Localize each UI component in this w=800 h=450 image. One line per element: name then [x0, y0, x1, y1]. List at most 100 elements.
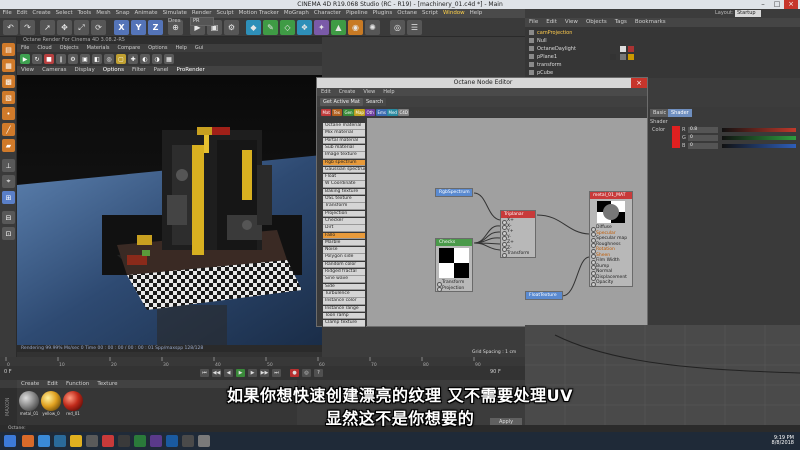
select-icon[interactable]: ➚: [40, 20, 55, 35]
node-list-item[interactable]: Random color: [323, 261, 365, 269]
taskbar-app-icon[interactable]: [150, 435, 162, 447]
texture-tag-icon[interactable]: [610, 54, 616, 60]
node-editor-menu-view[interactable]: View: [359, 88, 379, 96]
objmgr-menu-view[interactable]: View: [561, 18, 582, 27]
menu-create[interactable]: Create: [30, 9, 53, 18]
array-icon[interactable]: ❖: [297, 20, 312, 35]
octane-save-icon[interactable]: ▣: [80, 54, 90, 64]
node-graph-canvas[interactable]: RgbSpectrum Checks Transform Projection …: [367, 118, 647, 326]
octane-menu-gui[interactable]: Gui: [191, 44, 207, 52]
node-list-item[interactable]: Projection: [323, 210, 365, 218]
node-list-item[interactable]: Toon ramp: [323, 312, 365, 320]
node-list-item[interactable]: Clamp texture: [323, 320, 365, 327]
object-row[interactable]: pCube: [529, 70, 553, 77]
octane-live-viewer-icon[interactable]: ◎: [390, 20, 405, 35]
node-list-item[interactable]: Mix material: [323, 130, 365, 137]
octane-clay-icon[interactable]: ◐: [140, 54, 150, 64]
node-list-item[interactable]: Fallo: [323, 232, 365, 240]
octane-menu-options[interactable]: Options: [144, 44, 171, 52]
menu-script[interactable]: Script: [420, 9, 441, 18]
pen-icon[interactable]: ✎: [263, 20, 278, 35]
octane-menu-objects[interactable]: Objects: [56, 44, 83, 52]
category-c4d[interactable]: C4D: [398, 109, 410, 116]
menu-simulate[interactable]: Simulate: [160, 9, 189, 18]
checks-node[interactable]: Checks Transform Projection: [435, 238, 473, 292]
channel-value-field[interactable]: 0: [688, 143, 718, 149]
node-list-item[interactable]: Gaussian spectrum: [323, 166, 365, 174]
menu-help[interactable]: Help: [467, 9, 485, 18]
menu-pipeline[interactable]: Pipeline: [344, 9, 371, 18]
objmgr-menu-bookmarks[interactable]: Bookmarks: [631, 18, 670, 27]
cube-icon[interactable]: ◆: [246, 20, 261, 35]
octane-menu-help[interactable]: Help: [171, 44, 190, 52]
rotate-icon[interactable]: ⟳: [91, 20, 106, 35]
layout-select[interactable]: Startup: [735, 10, 761, 17]
end-frame[interactable]: 90 F: [490, 369, 501, 375]
category-med[interactable]: Med: [387, 109, 399, 116]
current-frame[interactable]: 0 F: [4, 369, 12, 375]
make-editable-icon[interactable]: ▤: [2, 43, 15, 56]
channel-slider[interactable]: [722, 128, 796, 132]
node-list-item[interactable]: Noise: [323, 247, 365, 254]
viewport-menu-options[interactable]: Options: [99, 66, 128, 75]
octane-settings-icon[interactable]: ⚙: [68, 54, 78, 64]
object-row[interactable]: pPlane1: [529, 54, 557, 61]
octane-menu-compare[interactable]: Compare: [113, 44, 144, 52]
node-list-item[interactable]: OSL texture: [323, 196, 365, 203]
node-list-item[interactable]: Instance range: [323, 305, 365, 313]
category-tex[interactable]: Tex: [332, 109, 342, 116]
octane-restart-icon[interactable]: ↻: [32, 54, 42, 64]
node-list-item[interactable]: Sine wave: [323, 276, 365, 283]
node-list-item[interactable]: Baking texture: [323, 188, 365, 196]
node-list-item[interactable]: Turbulence: [323, 290, 365, 298]
node-pin[interactable]: Transform: [501, 251, 535, 257]
taskbar-app-icon[interactable]: [166, 435, 178, 447]
node-list-item[interactable]: W Coordinate: [323, 181, 365, 189]
render-viewport[interactable]: [17, 75, 322, 345]
taskbar-app-icon[interactable]: [102, 435, 114, 447]
node-editor-menu-create[interactable]: Create: [335, 88, 360, 96]
menu-mesh[interactable]: Mesh: [94, 9, 113, 18]
minimize-icon[interactable]: –: [756, 0, 770, 9]
viewport-menu-prorender[interactable]: ProRender: [173, 66, 209, 75]
taskbar-app-icon[interactable]: [182, 435, 194, 447]
node-list-item[interactable]: Marble: [323, 239, 365, 247]
polygons-mode-icon[interactable]: ▰: [2, 139, 15, 152]
previous-key-icon[interactable]: ◀◀: [212, 369, 221, 377]
render-settings-icon[interactable]: ⚙: [224, 20, 239, 35]
scene-icon[interactable]: ▲: [331, 20, 346, 35]
go-to-start-icon[interactable]: ⏮: [200, 369, 209, 377]
object-row[interactable]: OctaneDaylight: [529, 46, 576, 53]
node-list-item[interactable]: Ridged fractal: [323, 269, 365, 276]
viewport-menu-cameras[interactable]: Cameras: [38, 66, 70, 75]
taskbar-app-icon[interactable]: [134, 435, 146, 447]
channel-slider[interactable]: [722, 136, 796, 140]
octane-pick-icon[interactable]: ✚: [128, 54, 138, 64]
x-axis-button[interactable]: X: [114, 20, 129, 35]
menu-edit[interactable]: Edit: [14, 9, 30, 18]
object-row[interactable]: transform: [529, 62, 562, 69]
planar-workplane-icon[interactable]: ⊡: [2, 227, 15, 240]
octane-menu-file[interactable]: File: [17, 44, 33, 52]
close-icon[interactable]: ×: [784, 0, 798, 9]
points-mode-icon[interactable]: •: [2, 107, 15, 120]
start-icon[interactable]: [4, 435, 16, 447]
get-active-mat-button[interactable]: Get Active Mat: [320, 98, 363, 106]
tab-basic[interactable]: Basic: [650, 109, 670, 117]
node-editor-close-icon[interactable]: ×: [631, 78, 647, 88]
node-list-item[interactable]: Octane material: [323, 123, 365, 130]
viewport-menu-view[interactable]: View: [17, 66, 38, 75]
keyframe-selection-icon[interactable]: ?: [314, 369, 323, 377]
node-editor-menu-help[interactable]: Help: [379, 88, 398, 96]
taskbar-app-icon[interactable]: [118, 435, 130, 447]
node-pin[interactable]: Projection: [436, 286, 472, 292]
maximize-icon[interactable]: □: [770, 0, 784, 9]
octane-start-icon[interactable]: ▶: [20, 54, 30, 64]
menu-select[interactable]: Select: [53, 9, 75, 18]
node-list-item[interactable]: Instance color: [323, 298, 365, 305]
record-icon[interactable]: ●: [290, 369, 299, 377]
y-axis-button[interactable]: Y: [131, 20, 146, 35]
menu-snap[interactable]: Snap: [113, 9, 132, 18]
octane-channel-icon[interactable]: ◑: [152, 54, 162, 64]
taskbar-app-icon[interactable]: [22, 435, 34, 447]
